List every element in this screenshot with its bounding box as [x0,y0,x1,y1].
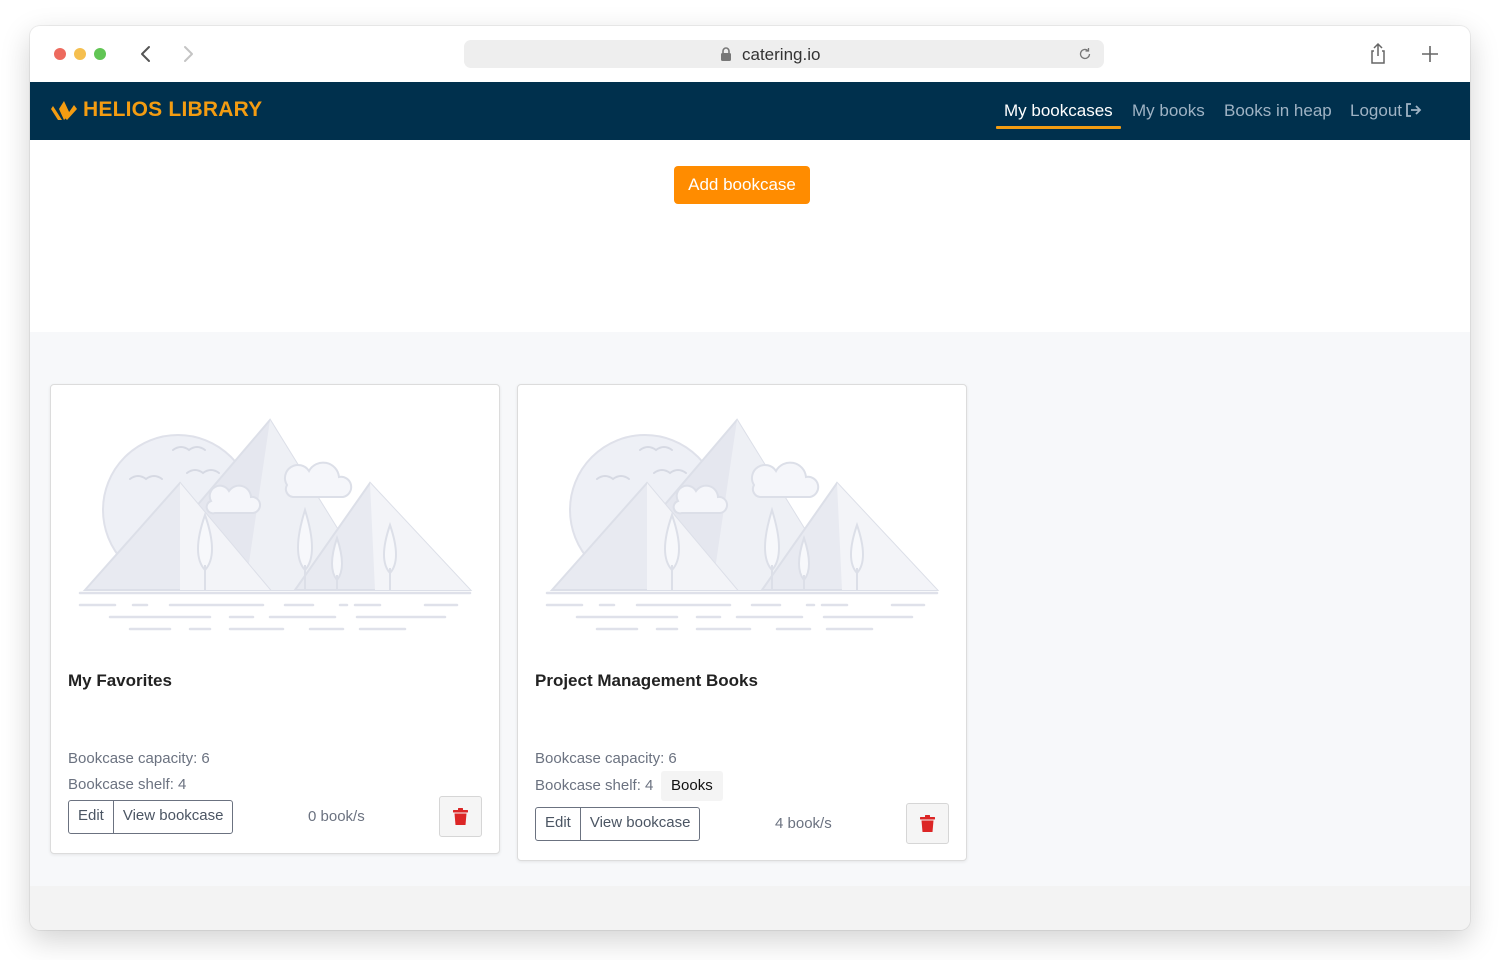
add-bookcase-button[interactable]: Add bookcase [674,166,810,204]
reload-icon[interactable] [1078,47,1092,61]
nav-logout[interactable]: Logout [1350,101,1422,121]
logout-label: Logout [1350,101,1402,120]
edit-button[interactable]: Edit [69,801,113,833]
bookcase-list: My Favorites Bookcase capacity: 6 Bookca… [30,332,1470,886]
nav-my-books[interactable]: My books [1132,101,1205,121]
close-window-button[interactable] [54,48,66,60]
page-footer-strip [30,886,1470,930]
url-text: catering.io [742,45,821,64]
bookcase-actions: Edit View bookcase [68,800,234,834]
delete-bookcase-button[interactable] [439,796,482,837]
bookcase-shelf: Bookcase shelf: 4 [535,777,654,794]
share-icon[interactable] [1368,42,1388,66]
bookcase-card: My Favorites Bookcase capacity: 6 Bookca… [50,384,500,854]
logout-icon [1406,103,1422,117]
mountain-placeholder-image [78,418,473,631]
maximize-window-button[interactable] [94,48,106,60]
book-count: 0 book/s [308,808,365,825]
nav-books-in-heap[interactable]: Books in heap [1224,101,1332,121]
forward-arrow-icon[interactable] [176,40,200,68]
bookcase-capacity: Bookcase capacity: 6 [535,750,677,767]
mountain-placeholder-image [545,418,940,631]
book-logo-icon [51,101,77,120]
header-section: Add bookcase [30,140,1470,332]
minimize-window-button[interactable] [74,48,86,60]
trash-icon [453,808,468,825]
bookcase-shelf: Bookcase shelf: 4 [68,776,187,793]
bookcase-capacity: Bookcase capacity: 6 [68,750,210,767]
lock-icon [721,47,731,61]
browser-toolbar: catering.io [30,26,1470,82]
bookcase-title: Project Management Books [535,671,758,690]
view-bookcase-button[interactable]: View bookcase [579,808,700,840]
view-bookcase-button[interactable]: View bookcase [112,801,233,833]
plus-icon[interactable] [1420,44,1440,64]
nav-my-bookcases[interactable]: My bookcases [996,101,1121,129]
bookcase-actions: Edit View bookcase [535,807,701,841]
bookcase-title: My Favorites [68,671,172,690]
bookcase-card: Project Management Books Bookcase capaci… [517,384,967,861]
edit-button[interactable]: Edit [536,808,580,840]
books-tooltip: Books [661,771,723,801]
back-arrow-icon[interactable] [134,40,158,68]
book-count: 4 book/s [775,815,832,832]
browser-window: catering.io HELIOS LIBRARY My bookcases [30,26,1470,930]
brand-name: HELIOS LIBRARY [83,98,263,121]
delete-bookcase-button[interactable] [906,803,949,844]
app-navbar: HELIOS LIBRARY My bookcases My books Boo… [30,82,1470,140]
trash-icon [920,815,935,832]
address-bar[interactable]: catering.io [464,40,1104,68]
